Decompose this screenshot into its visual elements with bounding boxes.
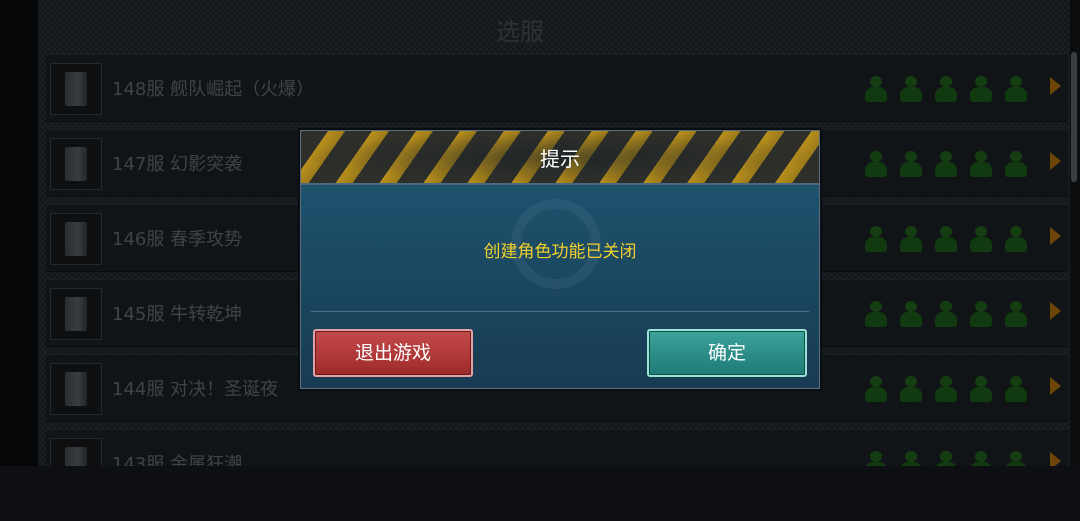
player-icon <box>1002 375 1030 403</box>
server-icon <box>50 213 102 265</box>
server-load-indicator <box>862 75 1030 103</box>
player-icon <box>967 225 995 253</box>
server-name: 145服 牛转乾坤 <box>112 304 243 325</box>
dialog-message: 创建角色功能已关闭 <box>483 242 637 262</box>
player-icon <box>932 225 960 253</box>
player-icon <box>897 375 925 403</box>
player-icon <box>932 375 960 403</box>
confirm-button[interactable]: 确定 <box>647 329 807 377</box>
player-icon <box>897 150 925 178</box>
player-icon <box>897 75 925 103</box>
server-name: 147服 幻影突袭 <box>112 154 243 175</box>
player-icon <box>1002 225 1030 253</box>
server-load-indicator <box>862 150 1030 178</box>
dialog-title: 提示 <box>540 147 580 171</box>
chevron-right-icon <box>1050 302 1061 320</box>
server-name: 144服 对决！圣诞夜 <box>112 379 279 400</box>
server-icon <box>50 288 102 340</box>
server-icon <box>50 363 102 415</box>
server-load-indicator <box>862 300 1030 328</box>
server-icon <box>50 138 102 190</box>
server-name: 148服 舰队崛起（火爆） <box>112 79 315 100</box>
chevron-right-icon <box>1050 152 1061 170</box>
chevron-right-icon <box>1050 227 1061 245</box>
player-icon <box>862 300 890 328</box>
player-icon <box>862 150 890 178</box>
player-icon <box>967 150 995 178</box>
player-icon <box>862 75 890 103</box>
player-icon <box>932 300 960 328</box>
player-icon <box>967 300 995 328</box>
screen-title: 选服 <box>496 18 544 46</box>
list-scrollbar[interactable] <box>1071 52 1077 182</box>
player-icon <box>1002 150 1030 178</box>
server-icon <box>50 63 102 115</box>
server-row[interactable]: 148服 舰队崛起（火爆） <box>46 54 1068 122</box>
chevron-right-icon <box>1050 77 1061 95</box>
alert-dialog: 提示 创建角色功能已关闭 退出游戏 确定 <box>300 130 820 389</box>
player-icon <box>897 300 925 328</box>
dialog-body: 创建角色功能已关闭 退出游戏 确定 <box>301 185 819 388</box>
player-icon <box>1002 300 1030 328</box>
player-icon <box>897 225 925 253</box>
server-load-indicator <box>862 225 1030 253</box>
player-icon <box>967 75 995 103</box>
player-icon <box>1002 75 1030 103</box>
player-icon <box>862 375 890 403</box>
player-icon <box>862 225 890 253</box>
exit-game-button[interactable]: 退出游戏 <box>313 329 473 377</box>
player-icon <box>932 150 960 178</box>
player-icon <box>967 375 995 403</box>
player-icon <box>932 75 960 103</box>
server-name: 146服 春季攻势 <box>112 229 243 250</box>
server-load-indicator <box>862 375 1030 403</box>
dialog-divider <box>311 311 809 312</box>
left-edge <box>0 0 38 521</box>
list-bottom-mask <box>0 466 1080 521</box>
chevron-right-icon <box>1050 377 1061 395</box>
